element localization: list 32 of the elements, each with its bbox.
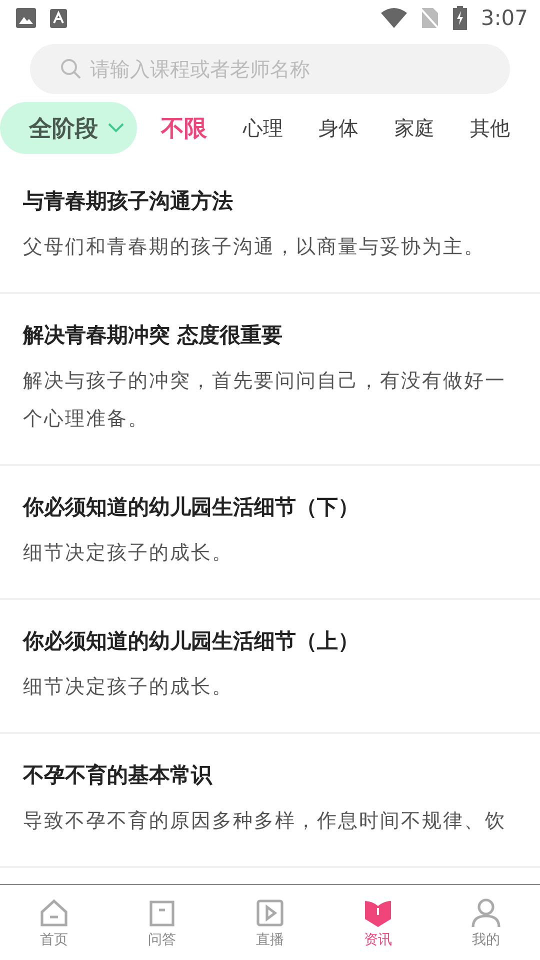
wifi-icon	[380, 8, 407, 28]
no-sim-icon	[420, 7, 439, 29]
article-title[interactable]: 你必须知道的幼儿园生活细节（上）	[23, 626, 516, 656]
person-icon	[470, 896, 502, 928]
nav-tab[interactable]: 资讯	[324, 885, 432, 960]
article-title[interactable]: 不孕不育的基本常识	[23, 760, 516, 790]
article-summary: 细节决定孩子的成长。	[23, 674, 234, 700]
category-tab[interactable]: 其他	[470, 112, 510, 144]
article-title[interactable]: 你必须知道的幼儿园生活细节（下）	[23, 492, 516, 522]
category-tab[interactable]: 家庭	[394, 112, 434, 144]
category-tab[interactable]: 身体	[318, 112, 358, 144]
chevron-down-icon	[108, 123, 124, 133]
article-title[interactable]: 解决青春期冲突 态度很重要	[23, 320, 516, 350]
article-summary: 导致不孕不育的原因多种多样，作息时间不规律、饮	[23, 808, 507, 834]
article-title[interactable]: 与青春期孩子沟通方法	[23, 186, 516, 216]
clock-time: 3:07	[480, 6, 528, 30]
category-tab[interactable]: 不限	[161, 112, 207, 144]
article-summary: 父母们和青春期的孩子沟通，以商量与妥协为主。	[23, 234, 486, 260]
image-icon	[16, 8, 36, 28]
nav-tab[interactable]: 问答	[108, 885, 216, 960]
font-icon	[50, 8, 67, 28]
search-icon	[60, 58, 82, 80]
nav-tab[interactable]: 直播	[216, 885, 324, 960]
battery-icon	[452, 6, 467, 30]
article-summary: 解决与孩子的冲突，首先要问问自己，有没有做好一个心理准备。	[23, 368, 507, 432]
nav-tab[interactable]: 我的	[432, 885, 540, 960]
nav-tab[interactable]: 首页	[0, 885, 108, 960]
category-tab[interactable]: 心理	[242, 112, 283, 144]
stage-dropdown[interactable]: 全阶段	[0, 102, 137, 154]
play-icon	[254, 896, 286, 928]
home-icon	[38, 896, 70, 928]
article-summary: 细节决定孩子的成长。	[23, 540, 234, 566]
